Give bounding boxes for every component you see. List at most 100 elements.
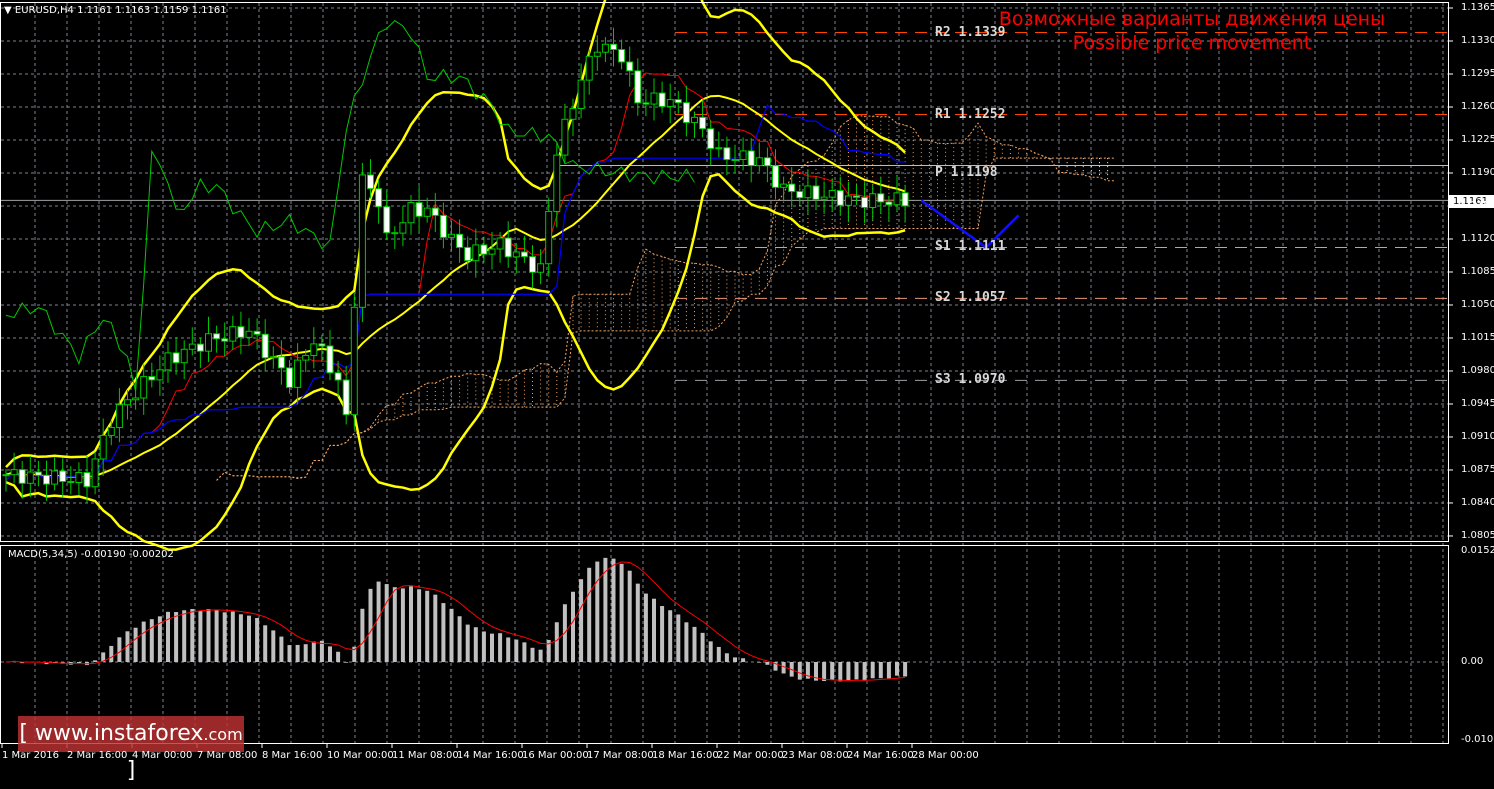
- candle-body: [368, 175, 374, 189]
- symbol-title[interactable]: ▼ EURUSD,H4 1.1161 1.1163 1.1159 1.1161: [4, 5, 227, 16]
- candle-body: [141, 377, 147, 398]
- candle-body: [449, 234, 455, 237]
- candle-body: [287, 368, 293, 387]
- candle-body: [521, 252, 527, 257]
- price-tick-label: 1.1050: [1461, 299, 1494, 310]
- macd-bar: [409, 586, 413, 662]
- macd-bar: [757, 662, 761, 663]
- candle-body: [303, 355, 309, 360]
- candle-body: [870, 194, 876, 208]
- macd-bar: [288, 645, 292, 662]
- candle-body: [700, 117, 706, 128]
- price-tick-label: 1.0840: [1461, 497, 1494, 508]
- macd-bar: [271, 630, 275, 662]
- candle-body: [254, 331, 260, 334]
- macd-bar: [733, 657, 737, 662]
- price-tick-label: 1.1330: [1461, 35, 1494, 46]
- time-tick-label: 8 Mar 16:00: [262, 750, 322, 761]
- candle-body: [716, 148, 722, 149]
- macd-bar: [798, 662, 802, 680]
- macd-bar: [369, 589, 373, 662]
- price-tick-label: 1.0910: [1461, 431, 1494, 442]
- price-tick-label: 1.0805: [1461, 530, 1494, 541]
- candle-body: [594, 52, 600, 56]
- candle-body: [108, 428, 114, 436]
- candle-body: [100, 435, 106, 459]
- macd-bar: [417, 589, 421, 662]
- pivot-label-s2: S2 1.1057: [935, 290, 1005, 305]
- candle-body: [829, 191, 835, 198]
- price-tick-label: 1.1260: [1461, 101, 1494, 112]
- candle-body: [157, 370, 163, 380]
- macd-bar: [855, 662, 859, 679]
- time-tick-label: 17 Mar 08:00: [587, 750, 654, 761]
- candle-body: [773, 166, 779, 188]
- macd-bar: [644, 594, 648, 662]
- macd-bar: [320, 641, 324, 662]
- macd-bar: [903, 662, 907, 676]
- macd-panel: [6, 558, 907, 682]
- price-tick-label: 1.0945: [1461, 398, 1494, 409]
- macd-bar: [863, 662, 867, 681]
- macd-bar: [109, 646, 113, 662]
- macd-bar: [231, 612, 235, 662]
- candle-body: [440, 215, 446, 237]
- macd-bar: [377, 582, 381, 662]
- candle-body: [538, 264, 544, 273]
- candle-body: [270, 357, 276, 358]
- candle-body: [481, 245, 487, 254]
- instaforex-watermark[interactable]: [ www.instaforex.com ]: [18, 716, 244, 752]
- candle-body: [683, 103, 689, 123]
- candle-body: [27, 472, 33, 483]
- candle-body: [530, 257, 536, 273]
- macd-bar: [360, 609, 364, 662]
- macd-bar: [693, 627, 697, 662]
- pivot-label-s1: S1 1.1111: [935, 239, 1005, 254]
- candle-body: [578, 80, 584, 108]
- dropdown-triangle-icon[interactable]: ▼: [4, 5, 12, 16]
- macd-bar: [725, 653, 729, 662]
- price-tick-label: 1.1225: [1461, 134, 1494, 145]
- macd-bar: [304, 644, 308, 662]
- candle-body: [384, 207, 390, 233]
- pivot-label-r2: R2 1.1339: [935, 25, 1005, 40]
- macd-bar: [482, 631, 486, 662]
- symbol-label: EURUSD,H4: [15, 5, 74, 16]
- candle-body: [797, 191, 803, 197]
- candle-body: [424, 208, 430, 216]
- candle-body: [643, 103, 649, 104]
- macd-bar: [871, 662, 875, 678]
- candle-body: [667, 100, 673, 107]
- candle-body: [546, 211, 552, 263]
- macd-bar: [701, 633, 705, 662]
- pivot-label-r1: R1 1.1252: [935, 107, 1005, 122]
- macd-bar: [830, 662, 834, 680]
- price-tick-label: 1.1295: [1461, 68, 1494, 79]
- bollinger-lower: [6, 174, 905, 549]
- macd-bar: [328, 646, 332, 662]
- candle-body: [60, 471, 66, 482]
- candle-body: [246, 331, 252, 337]
- time-tick-label: 14 Mar 16:00: [457, 750, 524, 761]
- macd-bar: [846, 662, 850, 680]
- time-tick-label: 4 Mar 00:00: [132, 750, 192, 761]
- candle-body: [408, 203, 414, 223]
- indicator-lines: [6, 0, 1116, 550]
- macd-bar: [198, 611, 202, 662]
- macd-bar: [77, 662, 81, 663]
- candle-body: [740, 151, 746, 160]
- time-tick-label: 23 Mar 08:00: [782, 750, 849, 761]
- candle-body: [343, 380, 349, 415]
- candle-body: [400, 223, 406, 233]
- macd-bar: [182, 610, 186, 662]
- ohlc-readout: 1.1161 1.1163 1.1159 1.1161: [77, 5, 227, 16]
- candle-body: [635, 71, 641, 103]
- macd-bar: [636, 584, 640, 662]
- macd-signal-line: [6, 562, 905, 681]
- macd-bar: [660, 606, 664, 662]
- time-tick-label: 10 Mar 00:00: [327, 750, 394, 761]
- candle-body: [319, 344, 325, 346]
- macd-bar: [255, 618, 259, 662]
- time-tick-label: 16 Mar 00:00: [522, 750, 589, 761]
- macd-bar: [895, 662, 899, 676]
